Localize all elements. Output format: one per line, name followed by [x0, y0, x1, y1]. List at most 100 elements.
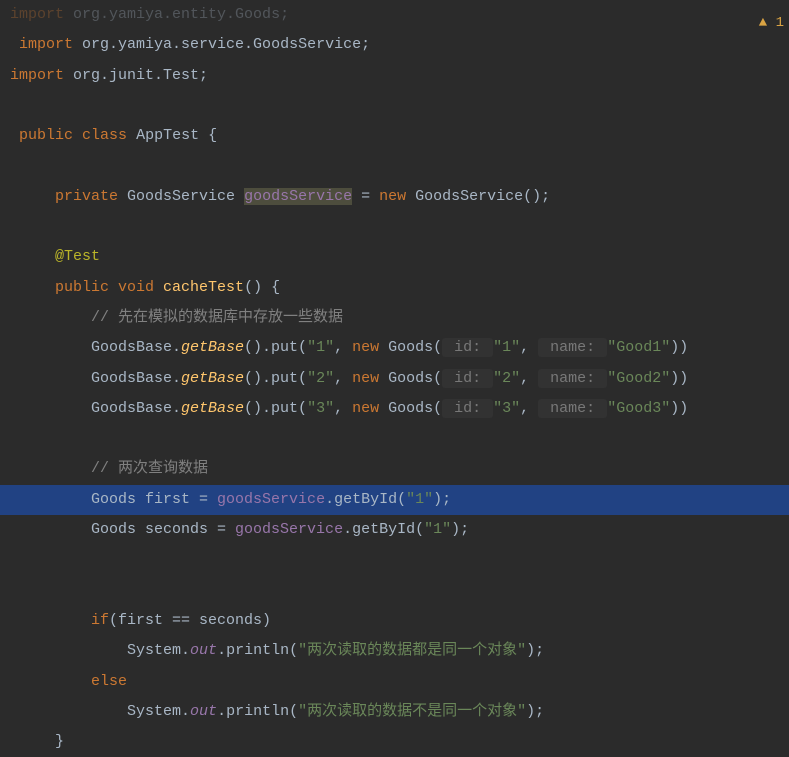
- code-line[interactable]: Goods seconds = goodsService.getById("1"…: [0, 515, 789, 545]
- method-name: cacheTest: [163, 279, 244, 296]
- code-line[interactable]: }: [0, 727, 789, 757]
- keyword: class: [82, 127, 127, 144]
- code-line[interactable]: import org.junit.Test;: [0, 61, 789, 91]
- code-line[interactable]: [0, 91, 789, 121]
- punct: );: [433, 491, 451, 508]
- code-line[interactable]: GoodsBase.getBase().put("2", new Goods( …: [0, 364, 789, 394]
- string-literal: "1": [406, 491, 433, 508]
- code-line[interactable]: import org.yamiya.service.GoodsService;: [0, 30, 789, 60]
- code-line[interactable]: if(first == seconds): [0, 606, 789, 636]
- punct: ,: [520, 400, 538, 417]
- package-path: org.junit.Test;: [64, 67, 208, 84]
- constructor: Goods(: [379, 400, 442, 417]
- keyword: import: [19, 36, 73, 53]
- brace: }: [55, 733, 64, 750]
- string-literal: "Good1": [607, 339, 670, 356]
- keyword: if: [91, 612, 109, 629]
- keyword: private: [55, 188, 118, 205]
- constructor: GoodsService();: [406, 188, 550, 205]
- string-literal: "3": [493, 400, 520, 417]
- code-line[interactable]: GoodsBase.getBase().put("1", new Goods( …: [0, 333, 789, 363]
- string-literal: "两次读取的数据不是同一个对象": [298, 703, 526, 720]
- param-hint: name:: [538, 399, 607, 418]
- keyword: public: [19, 127, 73, 144]
- class-ref: System.: [127, 703, 190, 720]
- code-line[interactable]: System.out.println("两次读取的数据不是同一个对象");: [0, 697, 789, 727]
- code-line[interactable]: [0, 212, 789, 242]
- code-line-selected[interactable]: Goods first = goodsService.getById("1");: [0, 485, 789, 515]
- method-call: .println(: [217, 703, 298, 720]
- code-line[interactable]: import org.yamiya.entity.Goods;: [0, 0, 789, 30]
- constructor: Goods(: [379, 339, 442, 356]
- punct: ,: [520, 370, 538, 387]
- method-call: ().put(: [244, 400, 307, 417]
- punct: );: [526, 703, 544, 720]
- condition: (first == seconds): [109, 612, 271, 629]
- punct: ,: [334, 400, 352, 417]
- constructor: Goods(: [379, 370, 442, 387]
- method-call: ().put(: [244, 370, 307, 387]
- class-ref: GoodsBase.: [91, 339, 181, 356]
- keyword: new: [352, 370, 379, 387]
- punct: ,: [520, 339, 538, 356]
- code-line[interactable]: else: [0, 667, 789, 697]
- punct: ,: [334, 339, 352, 356]
- punct: )): [670, 370, 688, 387]
- operator: =: [352, 188, 379, 205]
- param-hint: name:: [538, 369, 607, 388]
- var-decl: Goods first =: [91, 491, 217, 508]
- class-name: AppTest: [136, 127, 199, 144]
- code-line[interactable]: private GoodsService goodsService = new …: [0, 182, 789, 212]
- string-literal: "两次读取的数据都是同一个对象": [298, 642, 526, 659]
- field-name-highlighted: goodsService: [244, 188, 352, 205]
- punct: )): [670, 400, 688, 417]
- comment: // 先在模拟的数据库中存放一些数据: [91, 309, 343, 326]
- punct: );: [526, 642, 544, 659]
- code-line[interactable]: // 两次查询数据: [0, 454, 789, 484]
- string-literal: "2": [307, 370, 334, 387]
- comment: // 两次查询数据: [91, 460, 208, 477]
- punct: );: [451, 521, 469, 538]
- type: GoodsService: [118, 188, 244, 205]
- code-line[interactable]: @Test: [0, 242, 789, 272]
- method-call: .println(: [217, 642, 298, 659]
- static-method: getBase: [181, 400, 244, 417]
- code-line[interactable]: [0, 576, 789, 606]
- code-line[interactable]: [0, 151, 789, 181]
- param-hint: id:: [442, 399, 493, 418]
- code-line[interactable]: [0, 424, 789, 454]
- punct: )): [670, 339, 688, 356]
- method-call: .getById(: [343, 521, 424, 538]
- keyword: else: [91, 673, 127, 690]
- punct: ,: [334, 370, 352, 387]
- keyword: new: [379, 188, 406, 205]
- brace: {: [199, 127, 217, 144]
- field-ref: goodsService: [235, 521, 343, 538]
- code-editor[interactable]: ▲ 1 import org.yamiya.entity.Goods; impo…: [0, 0, 789, 757]
- keyword: public: [55, 279, 109, 296]
- field-ref: goodsService: [217, 491, 325, 508]
- string-literal: "2": [493, 370, 520, 387]
- static-method: getBase: [181, 339, 244, 356]
- keyword: import: [10, 6, 64, 23]
- static-method: getBase: [181, 370, 244, 387]
- string-literal: "Good2": [607, 370, 670, 387]
- code-line[interactable]: public void cacheTest() {: [0, 273, 789, 303]
- code-line[interactable]: public class AppTest {: [0, 121, 789, 151]
- string-literal: "Good3": [607, 400, 670, 417]
- code-line[interactable]: GoodsBase.getBase().put("3", new Goods( …: [0, 394, 789, 424]
- var-decl: Goods seconds =: [91, 521, 235, 538]
- string-literal: "1": [493, 339, 520, 356]
- package-path: org.yamiya.service.GoodsService;: [73, 36, 370, 53]
- params: () {: [244, 279, 280, 296]
- keyword: new: [352, 400, 379, 417]
- annotation: @Test: [55, 248, 100, 265]
- code-line[interactable]: // 先在模拟的数据库中存放一些数据: [0, 303, 789, 333]
- string-literal: "3": [307, 400, 334, 417]
- keyword: import: [10, 67, 64, 84]
- class-ref: System.: [127, 642, 190, 659]
- code-line[interactable]: [0, 545, 789, 575]
- code-line[interactable]: System.out.println("两次读取的数据都是同一个对象");: [0, 636, 789, 666]
- param-hint: name:: [538, 338, 607, 357]
- string-literal: "1": [307, 339, 334, 356]
